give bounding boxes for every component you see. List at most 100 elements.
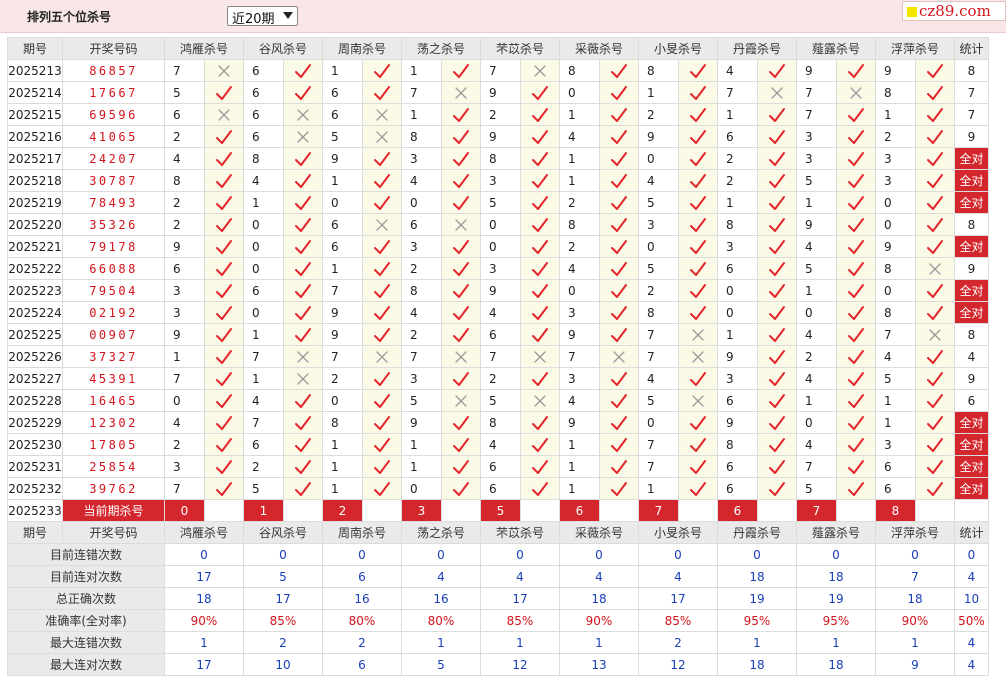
period-select[interactable]: 近20期 xyxy=(227,6,298,27)
issue-cell: 2025226 xyxy=(7,345,63,368)
kill-digit-cell: 0 xyxy=(322,191,363,214)
check-icon xyxy=(374,85,390,100)
check-icon xyxy=(374,63,390,78)
kill-digit-cell: 3 xyxy=(480,169,521,192)
stats-value: 4 xyxy=(954,565,989,588)
check-icon xyxy=(769,217,785,232)
count-cell: 8 xyxy=(954,213,989,236)
result-mark-cell xyxy=(836,213,876,236)
period-select-value: 近20期 xyxy=(232,12,275,27)
kill-digit-cell: 6 xyxy=(322,103,363,126)
stats-label: 最大连错次数 xyxy=(7,631,165,654)
result-mark-cell xyxy=(283,235,323,258)
result-mark-cell xyxy=(204,191,244,214)
kill-digit-cell: 9 xyxy=(875,235,916,258)
check-icon xyxy=(927,283,943,298)
kill-digit-cell: 3 xyxy=(559,301,600,324)
stats-value: 1 xyxy=(401,631,481,654)
current-kill-value: 2 xyxy=(322,499,363,522)
kill-digit-cell: 1 xyxy=(322,433,363,456)
check-icon xyxy=(690,305,706,320)
result-mark-cell xyxy=(283,433,323,456)
result-mark-cell xyxy=(283,389,323,412)
result-mark-cell xyxy=(520,235,560,258)
stats-value: 85% xyxy=(480,609,560,632)
result-mark-cell xyxy=(283,147,323,170)
stats-value: 9 xyxy=(875,653,955,676)
result-mark-cell xyxy=(915,103,955,126)
kill-digit-cell: 6 xyxy=(480,323,521,346)
check-icon xyxy=(532,415,548,430)
check-icon xyxy=(532,173,548,188)
result-mark-cell xyxy=(915,455,955,478)
result-mark-cell xyxy=(204,345,244,368)
stats-value: 10 xyxy=(954,587,989,610)
result-mark-cell xyxy=(836,411,876,434)
kill-digit-cell: 2 xyxy=(717,147,758,170)
kill-digit-cell: 0 xyxy=(796,301,837,324)
check-icon xyxy=(690,437,706,452)
all-right-badge: 全对 xyxy=(954,477,989,500)
stats-value: 90% xyxy=(875,609,955,632)
cross-icon xyxy=(376,218,388,231)
kill-digit-cell: 2 xyxy=(243,455,284,478)
result-mark-cell xyxy=(836,455,876,478)
table-row: 2025217 24207 4 8 9 3 8 1 0 2 3 3 全对 xyxy=(7,147,989,170)
brand-logo[interactable]: cz89.com xyxy=(902,1,1006,21)
check-icon xyxy=(532,217,548,232)
kill-digit-cell: 0 xyxy=(164,389,205,412)
header-method: 小旻杀号 xyxy=(638,521,718,544)
result-mark-cell xyxy=(915,279,955,302)
stats-value: 0 xyxy=(401,543,481,566)
check-icon xyxy=(611,107,627,122)
check-icon xyxy=(216,393,232,408)
kill-digit-cell: 3 xyxy=(875,433,916,456)
result-mark-cell xyxy=(678,389,718,412)
kill-digit-cell: 4 xyxy=(243,169,284,192)
kill-digit-cell: 7 xyxy=(638,323,679,346)
current-issue: 2025233 xyxy=(7,499,63,522)
draw-numbers-cell: 25854 xyxy=(62,455,165,478)
stats-value: 19 xyxy=(796,587,876,610)
check-icon xyxy=(216,481,232,496)
header-method: 周南杀号 xyxy=(322,37,402,60)
cross-icon xyxy=(297,130,309,143)
issue-cell: 2025230 xyxy=(7,433,63,456)
draw-numbers-cell: 86857 xyxy=(62,59,165,82)
kill-digit-cell: 3 xyxy=(164,301,205,324)
kill-digit-cell: 1 xyxy=(559,147,600,170)
draw-numbers-cell: 66088 xyxy=(62,257,165,280)
header-method: 薤露杀号 xyxy=(796,521,876,544)
stats-value: 17 xyxy=(480,587,560,610)
check-icon xyxy=(216,151,232,166)
kill-digit-cell: 4 xyxy=(796,367,837,390)
cross-icon xyxy=(376,350,388,363)
issue-cell: 2025218 xyxy=(7,169,63,192)
result-mark-cell xyxy=(441,301,481,324)
result-mark-cell xyxy=(678,455,718,478)
result-mark-cell xyxy=(836,191,876,214)
stats-value: 90% xyxy=(559,609,639,632)
check-icon xyxy=(848,129,864,144)
draw-numbers-cell: 30787 xyxy=(62,169,165,192)
kill-digit-cell: 1 xyxy=(322,455,363,478)
check-icon xyxy=(690,129,706,144)
check-icon xyxy=(295,437,311,452)
result-mark-cell xyxy=(283,169,323,192)
check-icon xyxy=(295,85,311,100)
stats-value: 0 xyxy=(243,543,323,566)
stats-value: 4 xyxy=(401,565,481,588)
result-mark-cell xyxy=(520,169,560,192)
current-kill-value: 6 xyxy=(559,499,600,522)
kill-digit-cell: 1 xyxy=(875,411,916,434)
check-icon xyxy=(611,217,627,232)
check-icon xyxy=(848,459,864,474)
kill-digit-cell: 1 xyxy=(401,103,442,126)
result-mark-cell xyxy=(204,169,244,192)
check-icon xyxy=(295,415,311,430)
kill-digit-cell: 1 xyxy=(717,103,758,126)
kill-digit-cell: 0 xyxy=(322,389,363,412)
stats-value: 5 xyxy=(243,565,323,588)
draw-numbers-cell: 37327 xyxy=(62,345,165,368)
kill-digit-cell: 6 xyxy=(717,257,758,280)
